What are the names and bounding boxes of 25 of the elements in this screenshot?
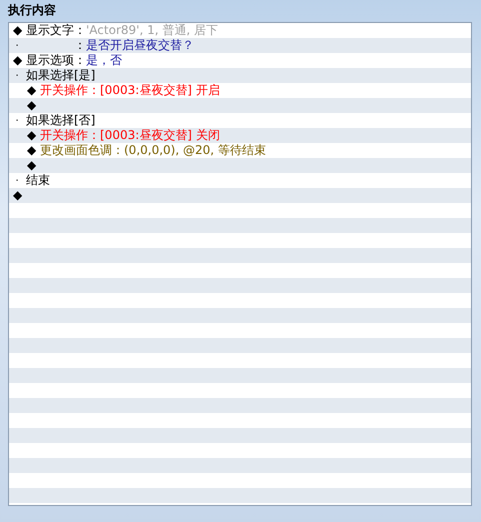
command-text: 'Actor89', 1, 普通, 居下: [86, 23, 218, 38]
command-marker: ・: [13, 70, 22, 82]
command-marker: ◆: [27, 83, 38, 98]
command-label: 显示文字：: [26, 23, 86, 38]
command-marker: ◆: [13, 188, 24, 203]
command-label: ：: [73, 38, 86, 53]
command-text: 开关操作：[0003:昼夜交替] 开启: [40, 83, 220, 98]
command-text: 是，否: [86, 53, 122, 68]
command-marker: ◆: [27, 128, 38, 143]
command-label: 如果选择[否]: [26, 113, 96, 128]
panel-title: 执行内容: [8, 3, 57, 19]
command-marker: ◆: [13, 53, 24, 68]
command-marker: ◆: [13, 23, 24, 38]
command-marker: ◆: [27, 143, 38, 158]
command-text: 更改画面色调：(0,0,0,0), @20, 等待结束: [40, 143, 266, 158]
command-label: 结束: [26, 173, 50, 188]
command-text: 开关操作：[0003:昼夜交替] 关闭: [40, 128, 220, 143]
command-marker: ◆: [27, 98, 38, 113]
command-marker: ・: [13, 115, 22, 127]
command-label: 如果选择[是]: [26, 68, 96, 83]
command-text: 是否开启昼夜交替？: [86, 38, 194, 53]
command-marker: ・: [13, 40, 22, 52]
command-marker: ◆: [27, 158, 38, 173]
command-marker: ・: [13, 175, 22, 187]
command-label: 显示选项：: [26, 53, 86, 68]
